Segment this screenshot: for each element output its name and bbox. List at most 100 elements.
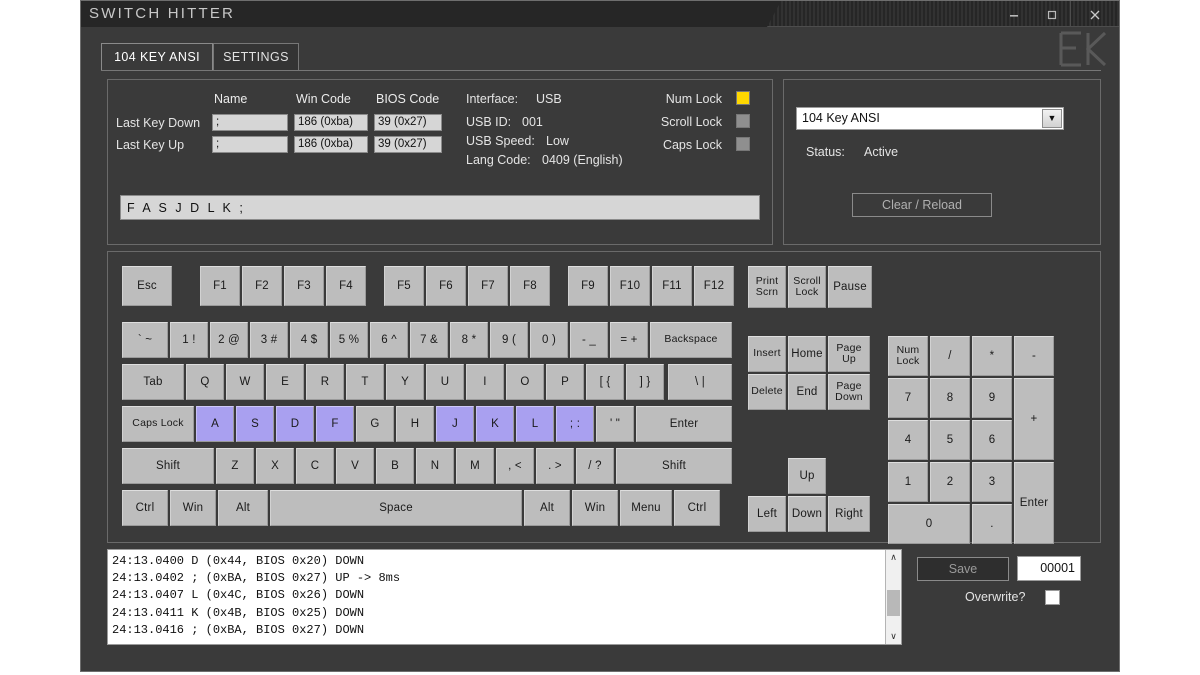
key-shift[interactable]: Shift [616, 448, 732, 484]
key-u[interactable]: U [426, 364, 464, 400]
key-pause[interactable]: Pause [828, 266, 872, 308]
key-3[interactable]: 3 # [250, 322, 288, 358]
key-ctrl[interactable]: Ctrl [674, 490, 720, 526]
event-log[interactable]: 24:13.0400 D (0x44, BIOS 0x20) DOWN 24:1… [107, 549, 902, 645]
key-f2[interactable]: F2 [242, 266, 282, 306]
key-p[interactable]: P [546, 364, 584, 400]
key-2[interactable]: 2 @ [210, 322, 248, 358]
key-[interactable]: - _ [570, 322, 608, 358]
tab-settings[interactable]: SETTINGS [213, 43, 299, 71]
key-f11[interactable]: F11 [652, 266, 692, 306]
maximize-button[interactable] [1033, 1, 1071, 27]
key-9[interactable]: 9 [972, 378, 1012, 418]
key-3[interactable]: 3 [972, 462, 1012, 502]
key-f3[interactable]: F3 [284, 266, 324, 306]
key-insert[interactable]: Insert [748, 336, 786, 372]
save-button[interactable]: Save [917, 557, 1009, 581]
chevron-down-icon[interactable]: ∨ [886, 629, 901, 644]
key-[interactable]: . > [536, 448, 574, 484]
key-[interactable]: ` ~ [122, 322, 168, 358]
key-v[interactable]: V [336, 448, 374, 484]
key-f4[interactable]: F4 [326, 266, 366, 306]
key-n[interactable]: N [416, 448, 454, 484]
key-a[interactable]: A [196, 406, 234, 442]
key-w[interactable]: W [226, 364, 264, 400]
chevron-up-icon[interactable]: ∧ [886, 550, 901, 565]
key-f[interactable]: F [316, 406, 354, 442]
key-backspace[interactable]: Backspace [650, 322, 732, 358]
key-y[interactable]: Y [386, 364, 424, 400]
key-2[interactable]: 2 [930, 462, 970, 502]
key-j[interactable]: J [436, 406, 474, 442]
last-key-down-wincode-field[interactable]: 186 (0xba) [294, 114, 368, 131]
key-home[interactable]: Home [788, 336, 826, 372]
layout-select[interactable]: 104 Key ANSI ▼ [796, 107, 1064, 130]
key-[interactable]: + [1014, 378, 1054, 460]
key-0[interactable]: 0 [888, 504, 970, 544]
key-5[interactable]: 5 % [330, 322, 368, 358]
key-z[interactable]: Z [216, 448, 254, 484]
key-enter[interactable]: Enter [1014, 462, 1054, 544]
key-8[interactable]: 8 * [450, 322, 488, 358]
key-r[interactable]: R [306, 364, 344, 400]
key-f9[interactable]: F9 [568, 266, 608, 306]
last-key-up-bioscode-field[interactable]: 39 (0x27) [374, 136, 442, 153]
last-key-up-name-field[interactable]: ; [212, 136, 288, 153]
key-l[interactable]: L [516, 406, 554, 442]
key-0[interactable]: 0 ) [530, 322, 568, 358]
key-4[interactable]: 4 $ [290, 322, 328, 358]
scrollbar-thumb[interactable] [887, 590, 900, 616]
key-7[interactable]: 7 & [410, 322, 448, 358]
key-t[interactable]: T [346, 364, 384, 400]
key-[interactable]: [ { [586, 364, 624, 400]
key-h[interactable]: H [396, 406, 434, 442]
key-f1[interactable]: F1 [200, 266, 240, 306]
key-k[interactable]: K [476, 406, 514, 442]
key-q[interactable]: Q [186, 364, 224, 400]
key-b[interactable]: B [376, 448, 414, 484]
key-caps-lock[interactable]: Caps Lock [122, 406, 194, 442]
key-tab[interactable]: Tab [122, 364, 184, 400]
save-counter-field[interactable]: 00001 [1017, 556, 1081, 581]
key-esc[interactable]: Esc [122, 266, 172, 306]
key-5[interactable]: 5 [930, 420, 970, 460]
clear-reload-button[interactable]: Clear / Reload [852, 193, 992, 217]
key-o[interactable]: O [506, 364, 544, 400]
key-up[interactable]: Up [788, 458, 826, 494]
key-down[interactable]: Down [788, 496, 826, 532]
key-win[interactable]: Win [572, 490, 618, 526]
key-right[interactable]: Right [828, 496, 870, 532]
key-[interactable]: \ | [668, 364, 732, 400]
key-f5[interactable]: F5 [384, 266, 424, 306]
key-[interactable]: / [930, 336, 970, 376]
key-alt[interactable]: Alt [218, 490, 268, 526]
key-[interactable]: ; : [556, 406, 594, 442]
key-ctrl[interactable]: Ctrl [122, 490, 168, 526]
key-space[interactable]: Space [270, 490, 522, 526]
key-enter[interactable]: Enter [636, 406, 732, 442]
key-1[interactable]: 1 [888, 462, 928, 502]
key-[interactable]: . [972, 504, 1012, 544]
key-8[interactable]: 8 [930, 378, 970, 418]
key-g[interactable]: G [356, 406, 394, 442]
overwrite-checkbox[interactable] [1045, 590, 1060, 605]
key-m[interactable]: M [456, 448, 494, 484]
key-9[interactable]: 9 ( [490, 322, 528, 358]
key-page-down[interactable]: Page Down [828, 374, 870, 410]
key-print-scrn[interactable]: Print Scrn [748, 266, 786, 308]
key-6[interactable]: 6 ^ [370, 322, 408, 358]
last-key-down-name-field[interactable]: ; [212, 114, 288, 131]
close-button[interactable] [1070, 1, 1119, 27]
key-x[interactable]: X [256, 448, 294, 484]
key-f6[interactable]: F6 [426, 266, 466, 306]
key-[interactable]: ' " [596, 406, 634, 442]
key-[interactable]: = + [610, 322, 648, 358]
event-log-scrollbar[interactable]: ∧ ∨ [885, 550, 901, 644]
chevron-down-icon[interactable]: ▼ [1042, 109, 1062, 128]
key-[interactable]: , < [496, 448, 534, 484]
key-delete[interactable]: Delete [748, 374, 786, 410]
key-7[interactable]: 7 [888, 378, 928, 418]
key-win[interactable]: Win [170, 490, 216, 526]
key-left[interactable]: Left [748, 496, 786, 532]
key-[interactable]: / ? [576, 448, 614, 484]
